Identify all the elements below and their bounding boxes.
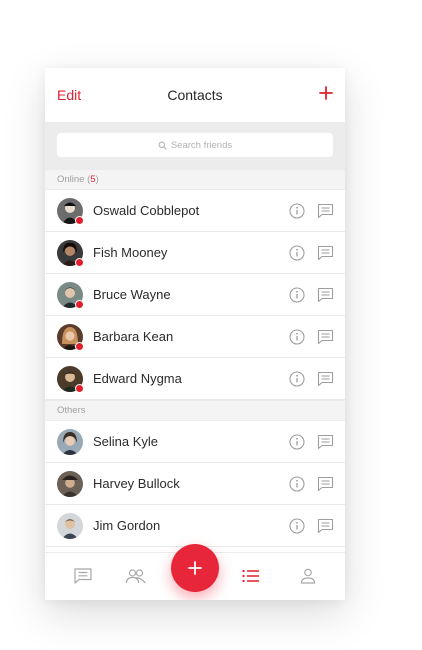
message-icon[interactable]: [317, 476, 334, 492]
others-section-header: Others: [45, 400, 345, 421]
online-status-dot: [75, 300, 84, 309]
contact-name: Harvey Bullock: [93, 476, 180, 491]
info-icon[interactable]: [289, 434, 305, 450]
contact-row[interactable]: Edward Nygma: [45, 358, 345, 400]
message-icon[interactable]: [317, 371, 334, 387]
list-icon[interactable]: [241, 567, 261, 585]
avatar: [57, 429, 83, 455]
app-screen: Edit Contacts Search friends Online (5) …: [45, 68, 345, 600]
contact-row[interactable]: Oswald Cobblepot: [45, 190, 345, 232]
info-icon[interactable]: [289, 518, 305, 534]
message-icon[interactable]: [317, 329, 334, 345]
contact-name: Fish Mooney: [93, 245, 168, 260]
contact-row[interactable]: Selina Kyle: [45, 421, 345, 463]
plus-icon: [319, 86, 333, 100]
online-status-dot: [75, 258, 84, 267]
search-icon: [158, 141, 167, 150]
plus-icon: [188, 561, 202, 575]
profile-icon[interactable]: [298, 567, 318, 585]
page-title: Contacts: [167, 87, 223, 103]
contact-name: Barbara Kean: [93, 329, 174, 344]
add-fab-button[interactable]: [171, 544, 219, 592]
contact-name: Bruce Wayne: [93, 287, 171, 302]
online-status-dot: [75, 216, 84, 225]
contact-name: Oswald Cobblepot: [93, 203, 200, 218]
message-icon[interactable]: [317, 245, 334, 261]
message-icon[interactable]: [317, 203, 334, 219]
search-placeholder: Search friends: [170, 139, 233, 151]
online-status-dot: [75, 342, 84, 351]
others-label: Others: [57, 405, 86, 416]
online-label: Online (5): [57, 174, 99, 185]
avatar: [57, 513, 83, 539]
top-bar: Edit Contacts: [45, 68, 345, 122]
avatar: [57, 471, 83, 497]
contact-row[interactable]: Fish Mooney: [45, 232, 345, 274]
contact-row[interactable]: Bruce Wayne: [45, 274, 345, 316]
message-icon[interactable]: [317, 518, 334, 534]
people-icon[interactable]: [125, 567, 147, 585]
contact-name: Selina Kyle: [93, 434, 159, 449]
info-icon[interactable]: [289, 245, 305, 261]
contact-row[interactable]: Harvey Bullock: [45, 463, 345, 505]
contact-row[interactable]: Jim Gordon: [45, 505, 345, 547]
online-status-dot: [75, 384, 84, 393]
online-section-header: Online (5): [45, 169, 345, 190]
contact-name: Jim Gordon: [93, 518, 161, 533]
info-icon[interactable]: [289, 329, 305, 345]
message-icon[interactable]: [317, 434, 334, 450]
contact-row[interactable]: Barbara Kean: [45, 316, 345, 358]
info-icon[interactable]: [289, 371, 305, 387]
add-contact-button[interactable]: [317, 84, 335, 102]
search-band: Search friends: [45, 122, 345, 169]
info-icon[interactable]: [289, 287, 305, 303]
message-icon[interactable]: [317, 287, 334, 303]
info-icon[interactable]: [289, 476, 305, 492]
chat-icon[interactable]: [73, 567, 93, 585]
search-input[interactable]: Search friends: [57, 133, 333, 157]
contact-name: Edward Nygma: [93, 371, 182, 386]
info-icon[interactable]: [289, 203, 305, 219]
